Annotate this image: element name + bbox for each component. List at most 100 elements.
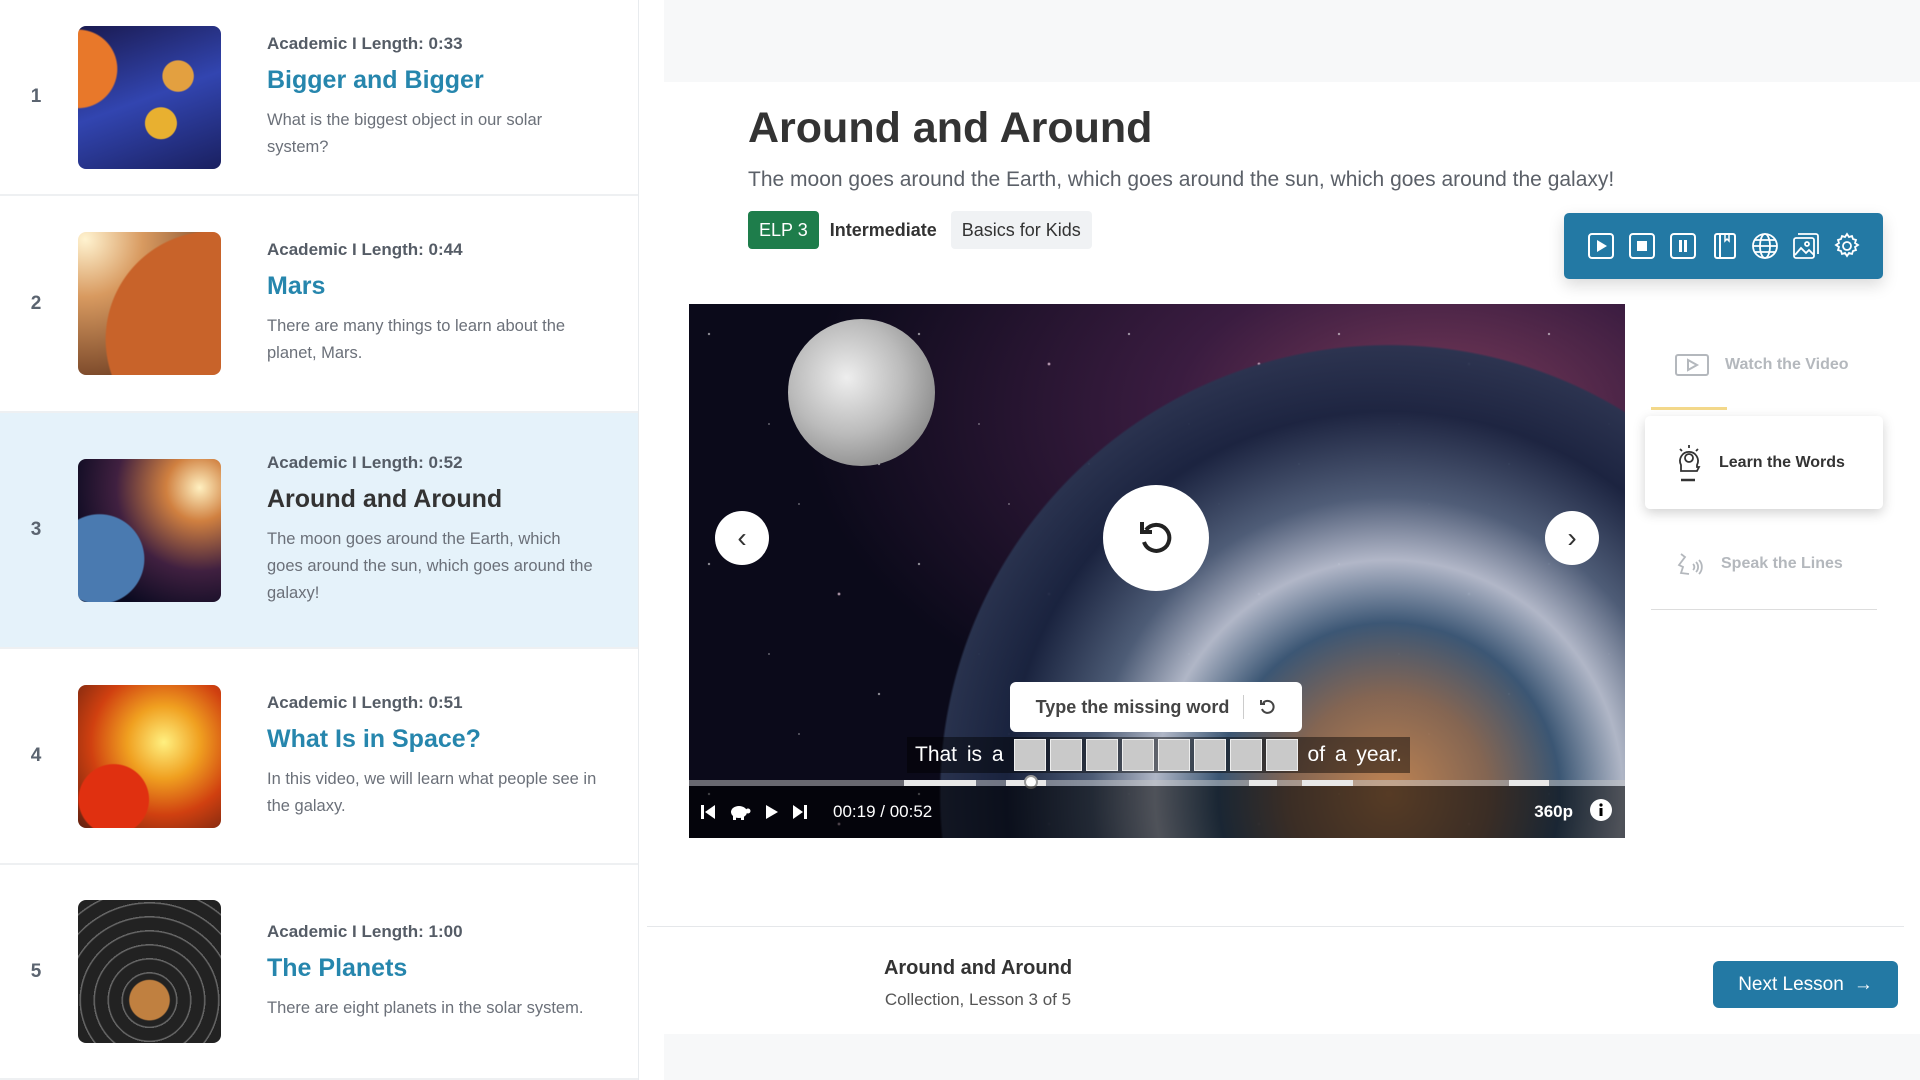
lesson-steps: Watch the Video Learn the Words Speak th… <box>1645 330 1883 610</box>
lesson-item[interactable]: 5 Academic I Length: 1:00 The Planets Th… <box>0 865 638 1080</box>
arrow-right-icon: → <box>1853 973 1873 995</box>
letter-box[interactable] <box>1193 739 1226 771</box>
gear-icon <box>1833 232 1860 258</box>
step-learn-words[interactable]: Learn the Words <box>1645 416 1883 509</box>
turtle-icon <box>731 806 751 820</box>
pause-button[interactable] <box>1668 231 1698 261</box>
lesson-number: 5 <box>30 960 42 982</box>
lesson-item[interactable]: 4 Academic I Length: 0:51 What Is in Spa… <box>0 649 638 865</box>
next-lesson-button[interactable]: Next Lesson → <box>1713 961 1898 1008</box>
caption-before: That is a <box>915 743 1004 766</box>
lesson-meta: Academic I Length: 1:00 <box>267 921 463 941</box>
tooltip-text: Type the missing word <box>1035 696 1230 717</box>
previous-line-button[interactable]: ‹ <box>715 511 769 565</box>
lesson-description: The moon goes around the Earth, which go… <box>748 168 1615 191</box>
notebook-icon <box>1713 233 1736 259</box>
letter-box[interactable] <box>1013 739 1046 771</box>
lesson-thumbnail[interactable] <box>78 684 221 828</box>
play-icon <box>766 805 778 819</box>
footer-title: Around and Around <box>883 957 1073 979</box>
lesson-thumbnail[interactable] <box>78 900 221 1043</box>
toolbar <box>1564 213 1883 279</box>
reset-icon[interactable] <box>1258 698 1276 716</box>
time-display: 00:19 / 00:52 <box>833 802 933 821</box>
lesson-number: 1 <box>30 86 42 107</box>
info-button[interactable] <box>1589 798 1613 827</box>
lesson-list: 1 Academic I Length: 0:33 Bigger and Big… <box>0 0 639 1080</box>
lesson-title[interactable]: Mars <box>267 272 597 301</box>
step-watch-video[interactable]: Watch the Video <box>1645 330 1883 400</box>
letter-box[interactable] <box>1085 739 1118 771</box>
play-icon <box>1587 233 1614 259</box>
video-controls: 00:19 / 00:52 360p <box>689 786 1625 838</box>
letter-box[interactable] <box>1121 739 1154 771</box>
page-bottom <box>664 1034 1920 1080</box>
lesson-number: 4 <box>30 745 42 766</box>
lesson-item[interactable]: 1 Academic I Length: 0:33 Bigger and Big… <box>0 0 638 196</box>
play-video-button[interactable] <box>765 804 779 820</box>
chevron-right-icon: › <box>1567 522 1577 553</box>
stop-button[interactable] <box>1627 231 1657 261</box>
play-button[interactable] <box>1586 231 1616 261</box>
skip-forward-icon <box>793 805 807 819</box>
settings-button[interactable] <box>1832 231 1862 261</box>
replay-icon <box>1140 522 1172 553</box>
level-label: Intermediate <box>829 219 937 240</box>
lesson-thumbnail[interactable] <box>78 458 221 602</box>
skip-back-icon <box>701 805 715 819</box>
lesson-description: In this video, we will learn what people… <box>267 769 597 815</box>
skip-forward-button[interactable] <box>793 804 807 820</box>
collection-tag[interactable]: Basics for Kids <box>950 211 1092 249</box>
step-progress-indicator <box>1651 407 1727 410</box>
pause-icon <box>1669 233 1696 259</box>
speaking-icon <box>1677 553 1703 575</box>
info-icon <box>1590 798 1612 821</box>
caption-line: That is a of a year. <box>907 737 1410 773</box>
lesson-item[interactable]: 3 Academic I Length: 0:52 Around and Aro… <box>0 413 638 649</box>
lesson-title[interactable]: What Is in Space? <box>267 725 597 754</box>
skip-back-button[interactable] <box>701 804 715 820</box>
lesson-number: 3 <box>30 519 42 540</box>
lesson-thumbnail[interactable] <box>78 25 221 169</box>
lesson-number: 2 <box>30 292 42 314</box>
slow-speed-button[interactable] <box>729 803 751 821</box>
lesson-title[interactable]: Around and Around <box>267 485 597 514</box>
lesson-description: There are eight planets in the solar sys… <box>267 998 584 1017</box>
image-button[interactable] <box>1791 231 1821 261</box>
letter-box[interactable] <box>1157 739 1190 771</box>
lesson-title[interactable]: Bigger and Bigger <box>267 66 597 95</box>
stop-icon <box>1628 233 1655 259</box>
chevron-left-icon: ‹ <box>737 522 747 553</box>
moon-image <box>788 319 935 466</box>
lesson-meta: Academic I Length: 0:51 <box>267 692 463 712</box>
replay-button[interactable] <box>1103 485 1209 591</box>
lesson-item[interactable]: 2 Academic I Length: 0:44 Mars There are… <box>0 196 638 413</box>
letter-box[interactable] <box>1049 739 1082 771</box>
lesson-meta: Academic I Length: 0:44 <box>267 240 463 259</box>
letter-box[interactable] <box>1229 739 1262 771</box>
step-speak-lines[interactable]: Speak the Lines <box>1645 529 1883 599</box>
lesson-title[interactable]: The Planets <box>267 954 597 983</box>
badges: ELP 3 Intermediate Basics for Kids <box>748 211 1092 249</box>
lesson-description: What is the biggest object in our solar … <box>267 110 543 156</box>
missing-word-tooltip: Type the missing word <box>1010 682 1302 732</box>
globe-icon <box>1751 233 1778 259</box>
video-player[interactable]: ‹ › Type the missing word That is a of a… <box>689 304 1625 838</box>
lightbulb-head-icon <box>1679 444 1701 481</box>
image-icon <box>1792 233 1819 259</box>
lesson-description: The moon goes around the Earth, which go… <box>267 530 593 602</box>
language-button[interactable] <box>1750 231 1780 261</box>
divider <box>1651 609 1877 610</box>
letter-box[interactable] <box>1265 739 1298 771</box>
lesson-meta: Academic I Length: 0:52 <box>267 453 463 472</box>
lesson-thumbnail[interactable] <box>78 232 221 375</box>
elp-badge: ELP 3 <box>748 211 819 249</box>
next-line-button[interactable]: › <box>1545 511 1599 565</box>
footer: Around and Around Collection, Lesson 3 of… <box>647 926 1904 1034</box>
quality-button[interactable]: 360p <box>1534 802 1573 822</box>
footer-subtitle: Collection, Lesson 3 of 5 <box>884 990 1072 1009</box>
lesson-description: There are many things to learn about the… <box>267 317 566 362</box>
lesson-meta: Academic I Length: 0:33 <box>267 33 463 53</box>
notebook-button[interactable] <box>1709 231 1739 261</box>
word-input[interactable] <box>1013 739 1302 771</box>
